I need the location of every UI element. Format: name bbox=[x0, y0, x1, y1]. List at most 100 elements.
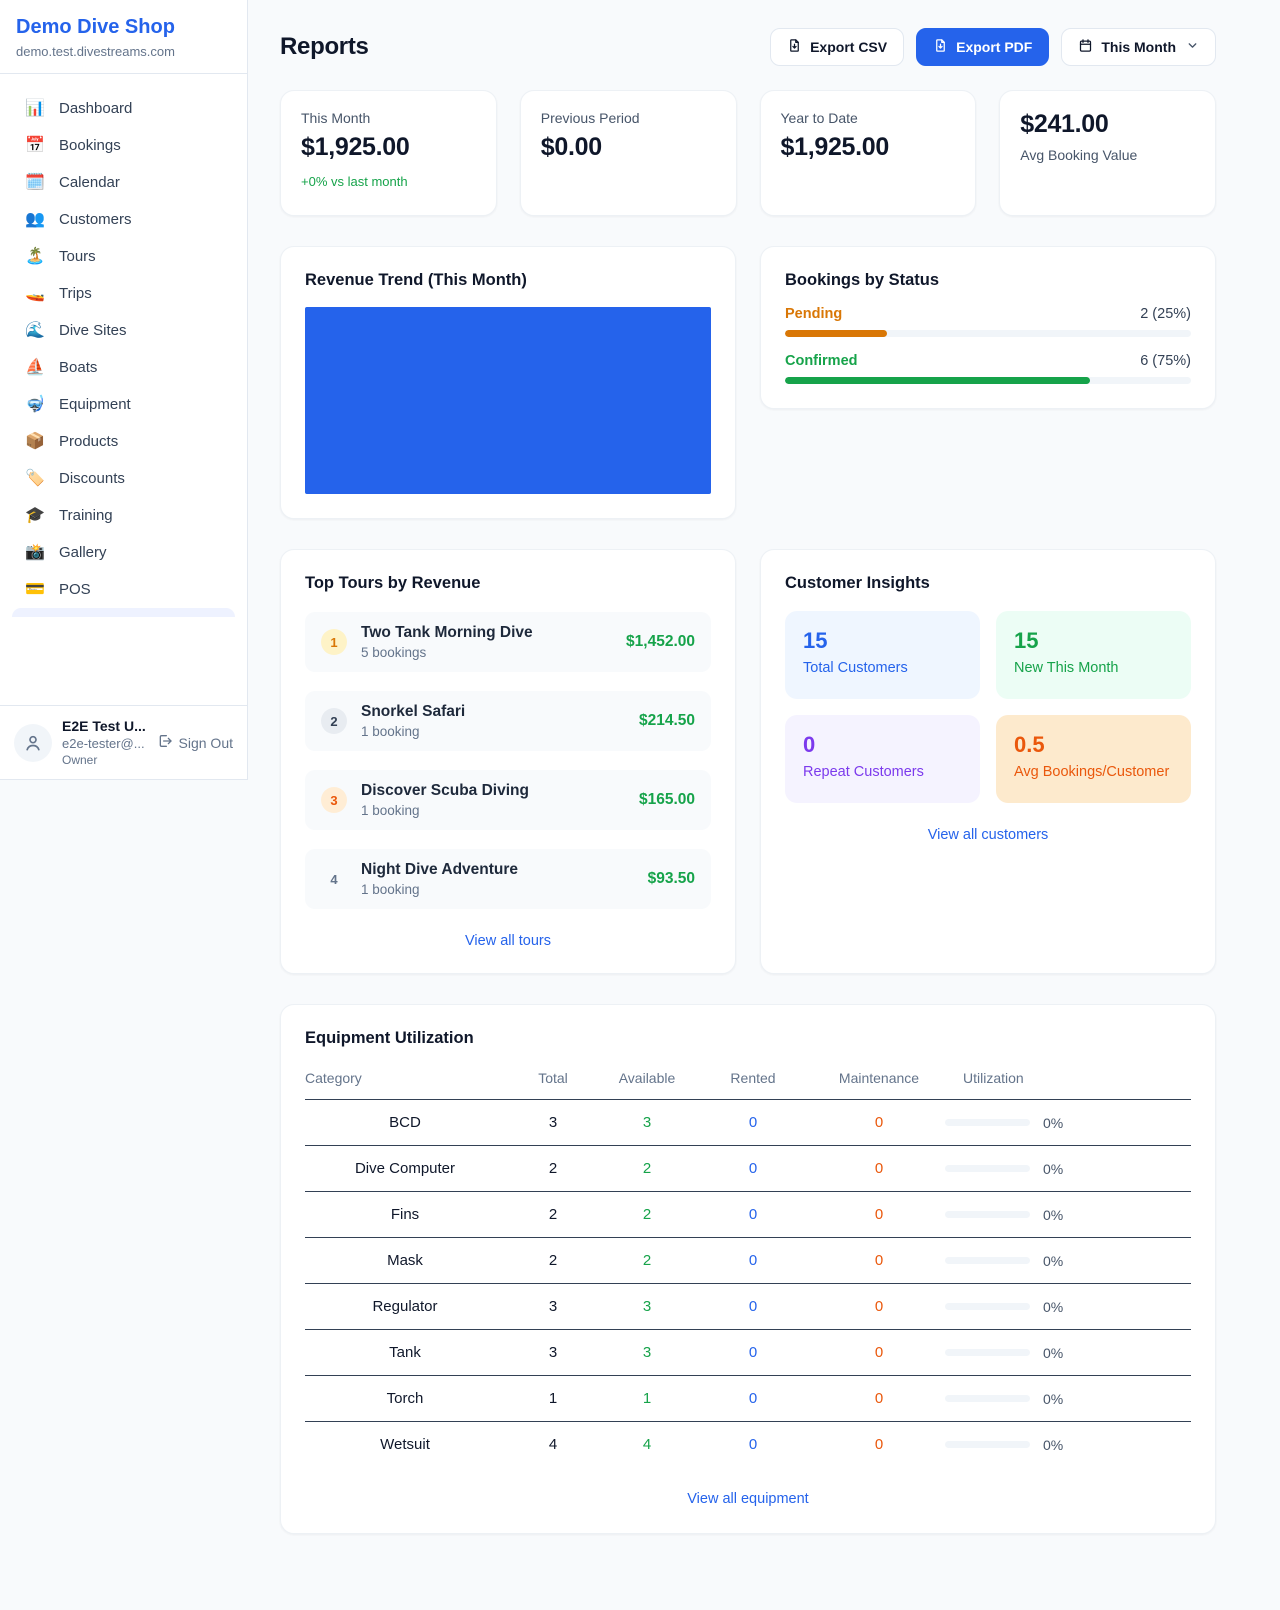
user-avatar-icon bbox=[14, 724, 52, 762]
status-progress-fill bbox=[785, 330, 887, 337]
sidebar-item-calendar[interactable]: 🗓️Calendar bbox=[12, 164, 235, 201]
sidebar-item-dashboard[interactable]: 📊 Dashboard bbox=[12, 90, 235, 127]
status-progress-fill bbox=[785, 377, 1090, 384]
diving-mask-icon: 🤿 bbox=[24, 397, 46, 413]
sidebar-item-discounts[interactable]: 🏷️ Discounts bbox=[12, 460, 235, 497]
equipment-total: 2 bbox=[505, 1146, 601, 1192]
equipment-row-dive-computer: Dive Computer22000% bbox=[305, 1146, 1191, 1192]
tour-revenue: $1,452.00 bbox=[626, 633, 695, 651]
period-selector-dropdown[interactable]: This Month bbox=[1061, 28, 1216, 66]
speedboat-icon: 🚤 bbox=[24, 286, 46, 302]
view-all-customers-link[interactable]: View all customers bbox=[785, 827, 1191, 843]
user-info: E2E Test U... e2e-tester@... Owner bbox=[62, 718, 146, 767]
equipment-available: 4 bbox=[601, 1422, 693, 1468]
tour-info: Snorkel Safari1 booking bbox=[361, 703, 465, 739]
sidebar-item-label: Discounts bbox=[59, 470, 125, 487]
utilization-wrap: 0% bbox=[945, 1207, 1191, 1223]
utilization-wrap: 0% bbox=[945, 1161, 1191, 1177]
export-csv-button[interactable]: Export CSV bbox=[770, 28, 904, 66]
insight-value: 15 bbox=[803, 628, 962, 654]
main-content: Reports Export CSV Export PDF bbox=[248, 0, 1280, 1574]
utilization-track bbox=[945, 1257, 1030, 1264]
people-icon: 👥 bbox=[24, 212, 46, 228]
equipment-category: Mask bbox=[305, 1238, 505, 1284]
utilization-percent: 0% bbox=[1043, 1299, 1063, 1315]
equipment-category: BCD bbox=[305, 1100, 505, 1146]
user-name: E2E Test U... bbox=[62, 718, 146, 734]
column-header-rented: Rented bbox=[693, 1060, 813, 1100]
sidebar-item-dive-sites[interactable]: 🌊Dive Sites bbox=[12, 312, 235, 349]
sidebar-item-equipment[interactable]: 🤿Equipment bbox=[12, 386, 235, 423]
equipment-total: 2 bbox=[505, 1238, 601, 1284]
bar-chart-icon: 📊 bbox=[24, 101, 46, 117]
equipment-utilization-card: Equipment Utilization CategoryTotalAvail… bbox=[280, 1004, 1216, 1534]
equipment-table-header: CategoryTotalAvailableRentedMaintenanceU… bbox=[305, 1060, 1191, 1100]
sidebar-item-label: Dive Sites bbox=[59, 322, 127, 339]
sidebar-item-tours[interactable]: 🏝️Tours bbox=[12, 238, 235, 275]
sidebar-item-boats[interactable]: ⛵Boats bbox=[12, 349, 235, 386]
equipment-utilization-cell: 0% bbox=[945, 1330, 1191, 1376]
tour-name: Night Dive Adventure bbox=[361, 861, 518, 879]
equipment-rented: 0 bbox=[693, 1422, 813, 1468]
sidebar-item-label: Tours bbox=[59, 248, 96, 265]
stat-value: $1,925.00 bbox=[301, 133, 476, 162]
status-label: Confirmed bbox=[785, 353, 858, 369]
stat-card-this-month: This Month$1,925.00+0% vs last month bbox=[280, 90, 497, 216]
tour-revenue: $165.00 bbox=[639, 791, 695, 809]
shop-header: Demo Dive Shop demo.test.divestreams.com bbox=[0, 0, 247, 74]
equipment-row-torch: Torch11000% bbox=[305, 1376, 1191, 1422]
customer-insights-title: Customer Insights bbox=[785, 574, 1191, 593]
sidebar-item-customers[interactable]: 👥Customers bbox=[12, 201, 235, 238]
equipment-maintenance: 0 bbox=[813, 1422, 945, 1468]
tour-bookings-count: 1 booking bbox=[361, 724, 465, 739]
equipment-row-mask: Mask22000% bbox=[305, 1238, 1191, 1284]
sidebar-item-label: Calendar bbox=[59, 174, 120, 191]
tour-info: Night Dive Adventure 1 booking bbox=[361, 861, 518, 897]
label-tag-icon: 🏷️ bbox=[24, 471, 46, 487]
sidebar-item-label: Dashboard bbox=[59, 100, 132, 117]
sidebar-item-pos[interactable]: 💳POS bbox=[12, 571, 235, 608]
status-head: Pending2 (25%) bbox=[785, 306, 1191, 322]
sidebar-item-training[interactable]: 🎓Training bbox=[12, 497, 235, 534]
stat-label: Previous Period bbox=[541, 110, 716, 126]
sidebar-item-label: Training bbox=[59, 507, 113, 524]
equipment-maintenance: 0 bbox=[813, 1238, 945, 1284]
sidebar-item-trips[interactable]: 🚤Trips bbox=[12, 275, 235, 312]
rank-badge: 2 bbox=[321, 708, 347, 734]
sidebar-item-products[interactable]: 📦Products bbox=[12, 423, 235, 460]
customer-insights-card: Customer Insights 15Total Customers15New… bbox=[760, 549, 1216, 974]
tour-bookings-count: 1 booking bbox=[361, 882, 518, 897]
view-all-tours-link[interactable]: View all tours bbox=[305, 933, 711, 949]
sidebar-item-bookings[interactable]: 📅Bookings bbox=[12, 127, 235, 164]
equipment-total: 3 bbox=[505, 1100, 601, 1146]
tour-name: Discover Scuba Diving bbox=[361, 782, 529, 800]
utilization-percent: 0% bbox=[1043, 1253, 1063, 1269]
stat-card-previous-period: Previous Period$0.00 bbox=[520, 90, 737, 216]
stat-card-year-to-date: Year to Date$1,925.00 bbox=[760, 90, 977, 216]
page-header: Reports Export CSV Export PDF bbox=[280, 28, 1216, 66]
sidebar-item-gallery[interactable]: 📸Gallery bbox=[12, 534, 235, 571]
insight-tile-total-customers: 15Total Customers bbox=[785, 611, 980, 699]
sailboat-icon: ⛵ bbox=[24, 360, 46, 376]
tour-name: Two Tank Morning Dive bbox=[361, 624, 533, 642]
utilization-wrap: 0% bbox=[945, 1437, 1191, 1453]
utilization-track bbox=[945, 1349, 1030, 1356]
view-all-equipment-link[interactable]: View all equipment bbox=[305, 1491, 1191, 1507]
sidebar-item-reports-highlight[interactable] bbox=[12, 608, 235, 617]
utilization-percent: 0% bbox=[1043, 1161, 1063, 1177]
rank-badge: 1 bbox=[321, 629, 347, 655]
export-pdf-button[interactable]: Export PDF bbox=[916, 28, 1049, 66]
calendar-icon: 📅 bbox=[24, 138, 46, 154]
utilization-track bbox=[945, 1303, 1030, 1310]
equipment-available: 3 bbox=[601, 1330, 693, 1376]
tours-list: 1Two Tank Morning Dive5 bookings$1,452.0… bbox=[305, 612, 711, 909]
rank-badge: 3 bbox=[321, 787, 347, 813]
equipment-table: CategoryTotalAvailableRentedMaintenanceU… bbox=[305, 1060, 1191, 1467]
export-csv-label: Export CSV bbox=[810, 39, 887, 55]
sidebar: Demo Dive Shop demo.test.divestreams.com… bbox=[0, 0, 248, 780]
sign-out-button[interactable]: Sign Out bbox=[157, 733, 233, 752]
insight-value: 0 bbox=[803, 732, 962, 758]
equipment-rented: 0 bbox=[693, 1330, 813, 1376]
status-head: Confirmed6 (75%) bbox=[785, 353, 1191, 369]
insights-row: Top Tours by Revenue 1Two Tank Morning D… bbox=[280, 549, 1216, 974]
